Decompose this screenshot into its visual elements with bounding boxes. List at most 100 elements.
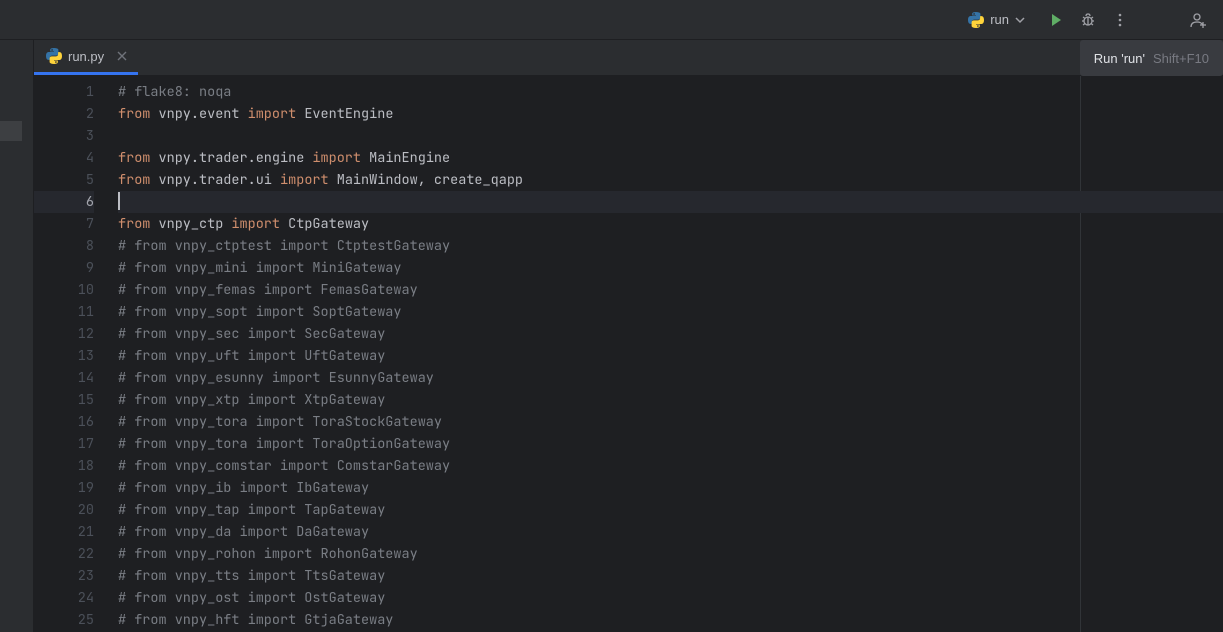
main-area: run.py Run 'run' Shift+F10 1234567891011… bbox=[0, 40, 1223, 632]
line-number[interactable]: 8 bbox=[34, 235, 94, 257]
line-number[interactable]: 5 bbox=[34, 169, 94, 191]
line-number[interactable]: 20 bbox=[34, 499, 94, 521]
tool-strip-marker[interactable] bbox=[0, 121, 22, 141]
code-line[interactable]: # from vnpy_xtp import XtpGateway bbox=[118, 389, 1223, 411]
line-number[interactable]: 18 bbox=[34, 455, 94, 477]
code-line[interactable]: from vnpy.event import EventEngine bbox=[118, 103, 1223, 125]
code-line[interactable]: # from vnpy_tora import ToraOptionGatewa… bbox=[118, 433, 1223, 455]
line-number[interactable]: 14 bbox=[34, 367, 94, 389]
line-number[interactable]: 22 bbox=[34, 543, 94, 565]
code-line[interactable]: # from vnpy_uft import UftGateway bbox=[118, 345, 1223, 367]
code-line[interactable]: # from vnpy_ost import OstGateway bbox=[118, 587, 1223, 609]
line-number[interactable]: 1 bbox=[34, 81, 94, 103]
line-number[interactable]: 12 bbox=[34, 323, 94, 345]
code-token: from bbox=[118, 149, 150, 167]
more-vertical-icon bbox=[1112, 12, 1128, 28]
code-token: # flake8: noqa bbox=[118, 83, 231, 101]
code-token: # from vnpy_sopt import SoptGateway bbox=[118, 303, 402, 321]
code-token: # from vnpy_esunny import EsunnyGateway bbox=[118, 369, 434, 387]
code-token: from bbox=[118, 171, 150, 189]
text-cursor bbox=[118, 192, 120, 210]
debug-button[interactable] bbox=[1073, 5, 1103, 35]
code-token: # from vnpy_xtp import XtpGateway bbox=[118, 391, 385, 409]
code-line[interactable]: # from vnpy_rohon import RohonGateway bbox=[118, 543, 1223, 565]
line-number[interactable]: 19 bbox=[34, 477, 94, 499]
code-line[interactable]: # from vnpy_hft import GtjaGateway bbox=[118, 609, 1223, 631]
code-token: import bbox=[280, 171, 329, 189]
code-token: vnpy.trader.ui bbox=[150, 171, 280, 189]
line-number[interactable]: 16 bbox=[34, 411, 94, 433]
code-token: # from vnpy_hft import GtjaGateway bbox=[118, 611, 393, 629]
code-token: # from vnpy_rohon import RohonGateway bbox=[118, 545, 418, 563]
tab-filename: run.py bbox=[68, 49, 104, 64]
left-tool-strip[interactable] bbox=[0, 40, 34, 632]
code-editor[interactable]: 1234567891011121314151617181920212223242… bbox=[34, 76, 1223, 632]
editor-tab-run-py[interactable]: run.py bbox=[34, 40, 138, 75]
tab-close-button[interactable] bbox=[114, 48, 130, 64]
run-button[interactable] bbox=[1041, 5, 1071, 35]
code-line[interactable]: # from vnpy_sec import SecGateway bbox=[118, 323, 1223, 345]
line-number[interactable]: 25 bbox=[34, 609, 94, 631]
tooltip-shortcut: Shift+F10 bbox=[1153, 51, 1209, 66]
code-line[interactable]: # from vnpy_femas import FemasGateway bbox=[118, 279, 1223, 301]
code-line[interactable]: # from vnpy_ctptest import CtptestGatewa… bbox=[118, 235, 1223, 257]
line-number[interactable]: 11 bbox=[34, 301, 94, 323]
code-token: # from vnpy_uft import UftGateway bbox=[118, 347, 385, 365]
code-line[interactable]: # from vnpy_tts import TtsGateway bbox=[118, 565, 1223, 587]
line-number[interactable]: 7 bbox=[34, 213, 94, 235]
line-number[interactable]: 6 bbox=[34, 191, 94, 213]
run-configuration-selector[interactable]: run bbox=[960, 8, 1033, 32]
code-line[interactable]: # from vnpy_da import DaGateway bbox=[118, 521, 1223, 543]
line-number[interactable]: 24 bbox=[34, 587, 94, 609]
code-token: MainEngine bbox=[361, 149, 450, 167]
editor-tab-bar: run.py Run 'run' Shift+F10 bbox=[34, 40, 1223, 76]
code-token: import bbox=[248, 105, 297, 123]
more-actions-button[interactable] bbox=[1105, 5, 1135, 35]
top-toolbar: run bbox=[0, 0, 1223, 40]
code-line[interactable]: from vnpy.trader.engine import MainEngin… bbox=[118, 147, 1223, 169]
person-add-icon bbox=[1189, 11, 1207, 29]
line-number[interactable]: 13 bbox=[34, 345, 94, 367]
code-with-me-button[interactable] bbox=[1183, 5, 1213, 35]
line-number[interactable]: 23 bbox=[34, 565, 94, 587]
code-token: CtpGateway bbox=[280, 215, 369, 233]
code-token: vnpy.event bbox=[150, 105, 247, 123]
code-line[interactable]: # from vnpy_tora import ToraStockGateway bbox=[118, 411, 1223, 433]
line-number[interactable]: 4 bbox=[34, 147, 94, 169]
code-content[interactable]: # flake8: noqa from vnpy.event import Eve… bbox=[112, 76, 1223, 632]
code-token: # from vnpy_tap import TapGateway bbox=[118, 501, 385, 519]
line-number[interactable]: 2 bbox=[34, 103, 94, 125]
code-line[interactable] bbox=[118, 191, 1223, 213]
code-line[interactable]: # from vnpy_esunny import EsunnyGateway bbox=[118, 367, 1223, 389]
code-line[interactable]: # from vnpy_ib import IbGateway bbox=[118, 477, 1223, 499]
line-number[interactable]: 9 bbox=[34, 257, 94, 279]
python-icon bbox=[46, 48, 62, 64]
code-token: # from vnpy_comstar import ComstarGatewa… bbox=[118, 457, 450, 475]
line-number[interactable]: 15 bbox=[34, 389, 94, 411]
run-config-label: run bbox=[990, 12, 1009, 27]
code-line[interactable]: # from vnpy_mini import MiniGateway bbox=[118, 257, 1223, 279]
code-token: # from vnpy_tora import ToraStockGateway bbox=[118, 413, 442, 431]
code-token: # from vnpy_mini import MiniGateway bbox=[118, 259, 402, 277]
line-number-gutter[interactable]: 1234567891011121314151617181920212223242… bbox=[34, 76, 112, 632]
play-icon bbox=[1048, 12, 1064, 28]
code-line[interactable]: # flake8: noqa bbox=[118, 81, 1223, 103]
line-number[interactable]: 21 bbox=[34, 521, 94, 543]
code-line[interactable]: from vnpy.trader.ui import MainWindow, c… bbox=[118, 169, 1223, 191]
code-line[interactable] bbox=[118, 125, 1223, 147]
run-tooltip: Run 'run' Shift+F10 bbox=[1080, 40, 1223, 76]
code-token: from bbox=[118, 105, 150, 123]
code-token: # from vnpy_ost import OstGateway bbox=[118, 589, 385, 607]
code-line[interactable]: # from vnpy_sopt import SoptGateway bbox=[118, 301, 1223, 323]
code-token: import bbox=[312, 149, 361, 167]
line-number[interactable]: 10 bbox=[34, 279, 94, 301]
code-token: # from vnpy_da import DaGateway bbox=[118, 523, 369, 541]
code-line[interactable]: # from vnpy_comstar import ComstarGatewa… bbox=[118, 455, 1223, 477]
code-line[interactable]: # from vnpy_tap import TapGateway bbox=[118, 499, 1223, 521]
code-token: vnpy_ctp bbox=[150, 215, 231, 233]
code-line[interactable]: from vnpy_ctp import CtpGateway bbox=[118, 213, 1223, 235]
line-number[interactable]: 17 bbox=[34, 433, 94, 455]
code-token: # from vnpy_ib import IbGateway bbox=[118, 479, 369, 497]
line-number[interactable]: 3 bbox=[34, 125, 94, 147]
code-token: MainWindow, create_qapp bbox=[329, 171, 523, 189]
